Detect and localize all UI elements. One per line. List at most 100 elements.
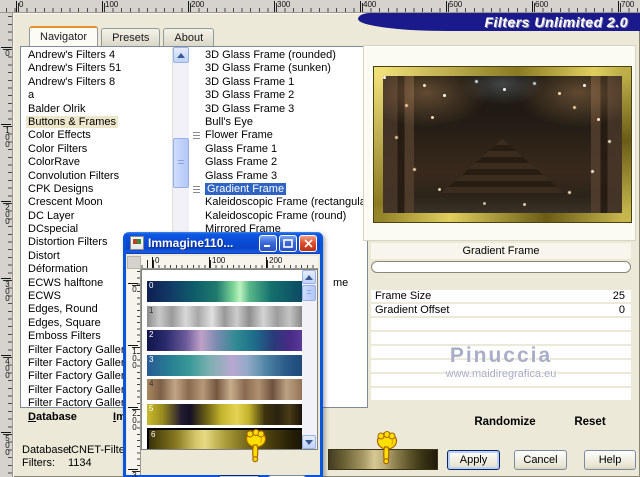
close-button[interactable]: [299, 234, 317, 252]
category-item[interactable]: Andrew's Filters 8: [26, 76, 172, 89]
gradient-swatch[interactable]: 5: [147, 403, 302, 425]
filter-item[interactable]: Glass Frame 1: [189, 143, 367, 156]
parameter-row[interactable]: [371, 332, 631, 344]
gradient-swatch[interactable]: 3: [147, 354, 302, 376]
category-item[interactable]: DC Layer: [26, 210, 172, 223]
category-item[interactable]: Convolution Filters: [26, 170, 172, 183]
ruler-label: 700: [618, 1, 634, 12]
scrollbar-thumb[interactable]: [173, 138, 190, 188]
category-item[interactable]: Andrew's Filters 51: [26, 62, 172, 75]
item-label: 3D Glass Frame 3: [205, 102, 295, 115]
filter-item[interactable]: Kaleidoscopic Frame (rectangular): [189, 196, 367, 209]
scene-sparkles: [383, 76, 386, 79]
randomize-button[interactable]: Randomize: [460, 416, 550, 428]
parameter-row[interactable]: Gradient Offset 0: [371, 304, 631, 316]
image-window-title: Immagine110...: [148, 236, 234, 250]
ruler-label: 300: [274, 1, 290, 12]
ruler-label: 100: [102, 1, 118, 12]
category-item[interactable]: ColorRave: [26, 156, 172, 169]
apply-button[interactable]: Apply: [447, 450, 500, 470]
filter-item[interactable]: 3D Glass Frame 1: [189, 76, 367, 89]
filter-item[interactable]: 3D Glass Frame 2: [189, 89, 367, 102]
cancel-button[interactable]: Cancel: [514, 450, 567, 470]
ruler-label: 0: [128, 283, 139, 292]
hand-cursor: [245, 429, 267, 463]
category-item[interactable]: a: [26, 89, 172, 102]
filter-item[interactable]: Glass Frame 2: [189, 156, 367, 169]
item-label: Glass Frame 1: [205, 142, 278, 155]
database-button[interactable]: Database: [28, 411, 77, 423]
filter-item[interactable]: Gradient Frame: [189, 182, 367, 196]
category-item[interactable]: Color Filters: [26, 143, 172, 156]
filter-stack-icon: [193, 132, 201, 141]
item-label: ColorRave: [28, 156, 80, 169]
filter-item[interactable]: 3D Glass Frame (sunken): [189, 62, 367, 75]
item-label: Bull's Eye: [205, 115, 253, 128]
watermark-name: Pinuccia: [449, 344, 553, 367]
item-label: Edges, Square: [28, 316, 101, 329]
item-label: ECWS: [28, 290, 61, 303]
item-label: Déformation: [28, 263, 88, 276]
filter-item[interactable]: Flower Frame: [189, 129, 367, 142]
swatch-scrollbar[interactable]: [302, 270, 317, 449]
gradient-swatch-list: 0 1 2 3 4 5 6: [147, 281, 306, 449]
item-label: DCspecial: [28, 223, 79, 236]
horizontal-ruler: 0 100 200 300 400 500 600 700: [0, 0, 640, 13]
filter-item[interactable]: Glass Frame 3: [189, 170, 367, 183]
watermark-url: www.maidiregrafica.eu: [445, 368, 557, 380]
maximize-button[interactable]: [279, 234, 297, 252]
scrollbar-thumb[interactable]: [302, 285, 316, 301]
gradient-swatch[interactable]: 4: [147, 379, 302, 400]
help-button[interactable]: Help: [584, 450, 636, 470]
item-label: Edges, Round: [28, 303, 98, 316]
minimize-button[interactable]: [259, 234, 277, 252]
ruler-corner: [127, 256, 141, 269]
scroll-down-button[interactable]: [302, 435, 316, 449]
item-label: Kaleidoscopic Frame (rectangular): [205, 196, 367, 209]
image-window-titlebar[interactable]: Immagine110...: [126, 232, 320, 254]
filter-item-partial[interactable]: me: [333, 277, 348, 289]
category-item[interactable]: Crescent Moon: [26, 196, 172, 209]
filter-item[interactable]: Kaleidoscopic Frame (round): [189, 210, 367, 223]
parameter-label: Gradient Offset: [375, 304, 450, 316]
category-item[interactable]: CPK Designs: [26, 183, 172, 196]
parameter-label: Frame Size: [375, 290, 432, 302]
database-rest: atabase: [35, 411, 77, 423]
item-label: Glass Frame 2: [205, 156, 278, 169]
filter-item[interactable]: 3D Glass Frame (rounded): [189, 49, 367, 62]
parameter-row[interactable]: Frame Size 25: [371, 290, 631, 302]
category-item[interactable]: Color Effects: [26, 129, 172, 142]
category-item[interactable]: Buttons & Frames: [26, 115, 172, 129]
parameter-row[interactable]: [371, 388, 631, 400]
item-label: Distort: [28, 249, 60, 262]
progress-bar: [371, 261, 631, 273]
scroll-up-button[interactable]: [173, 47, 190, 63]
gradient-swatch[interactable]: 2: [147, 330, 302, 351]
filter-item[interactable]: Bull's Eye: [189, 116, 367, 129]
item-label: 3D Glass Frame 1: [205, 75, 295, 88]
ruler-label: 300: [1, 278, 12, 301]
tab[interactable]: Navigator: [29, 26, 99, 46]
gradient-swatch[interactable]: 1: [147, 305, 302, 327]
item-label: ECWS halftone: [28, 276, 104, 289]
item-label: Andrew's Filters 4: [28, 49, 116, 61]
ruler-label: 0: [1, 47, 12, 56]
ruler-label: 100: [1, 124, 12, 147]
scroll-up-button[interactable]: [302, 270, 316, 284]
category-item[interactable]: Balder Olrik: [26, 103, 172, 116]
database-status-label: Database:: [22, 444, 73, 456]
item-label: CPK Designs: [28, 182, 94, 195]
scroll-down-icon: [305, 439, 313, 445]
maximize-icon: [283, 238, 293, 248]
parameter-row[interactable]: [371, 318, 631, 330]
category-item[interactable]: Andrew's Filters 4: [26, 49, 172, 62]
ruler-label: 100: [209, 257, 225, 268]
tab[interactable]: Presets: [101, 28, 161, 46]
swatch-number: 2: [149, 330, 154, 339]
gradient-swatch[interactable]: 0: [147, 281, 302, 302]
filter-item[interactable]: 3D Glass Frame 3: [189, 103, 367, 116]
tab[interactable]: About: [163, 28, 215, 46]
close-icon: [303, 238, 313, 248]
reset-button[interactable]: Reset: [562, 416, 618, 428]
gradient-swatch[interactable]: 6: [147, 428, 306, 449]
